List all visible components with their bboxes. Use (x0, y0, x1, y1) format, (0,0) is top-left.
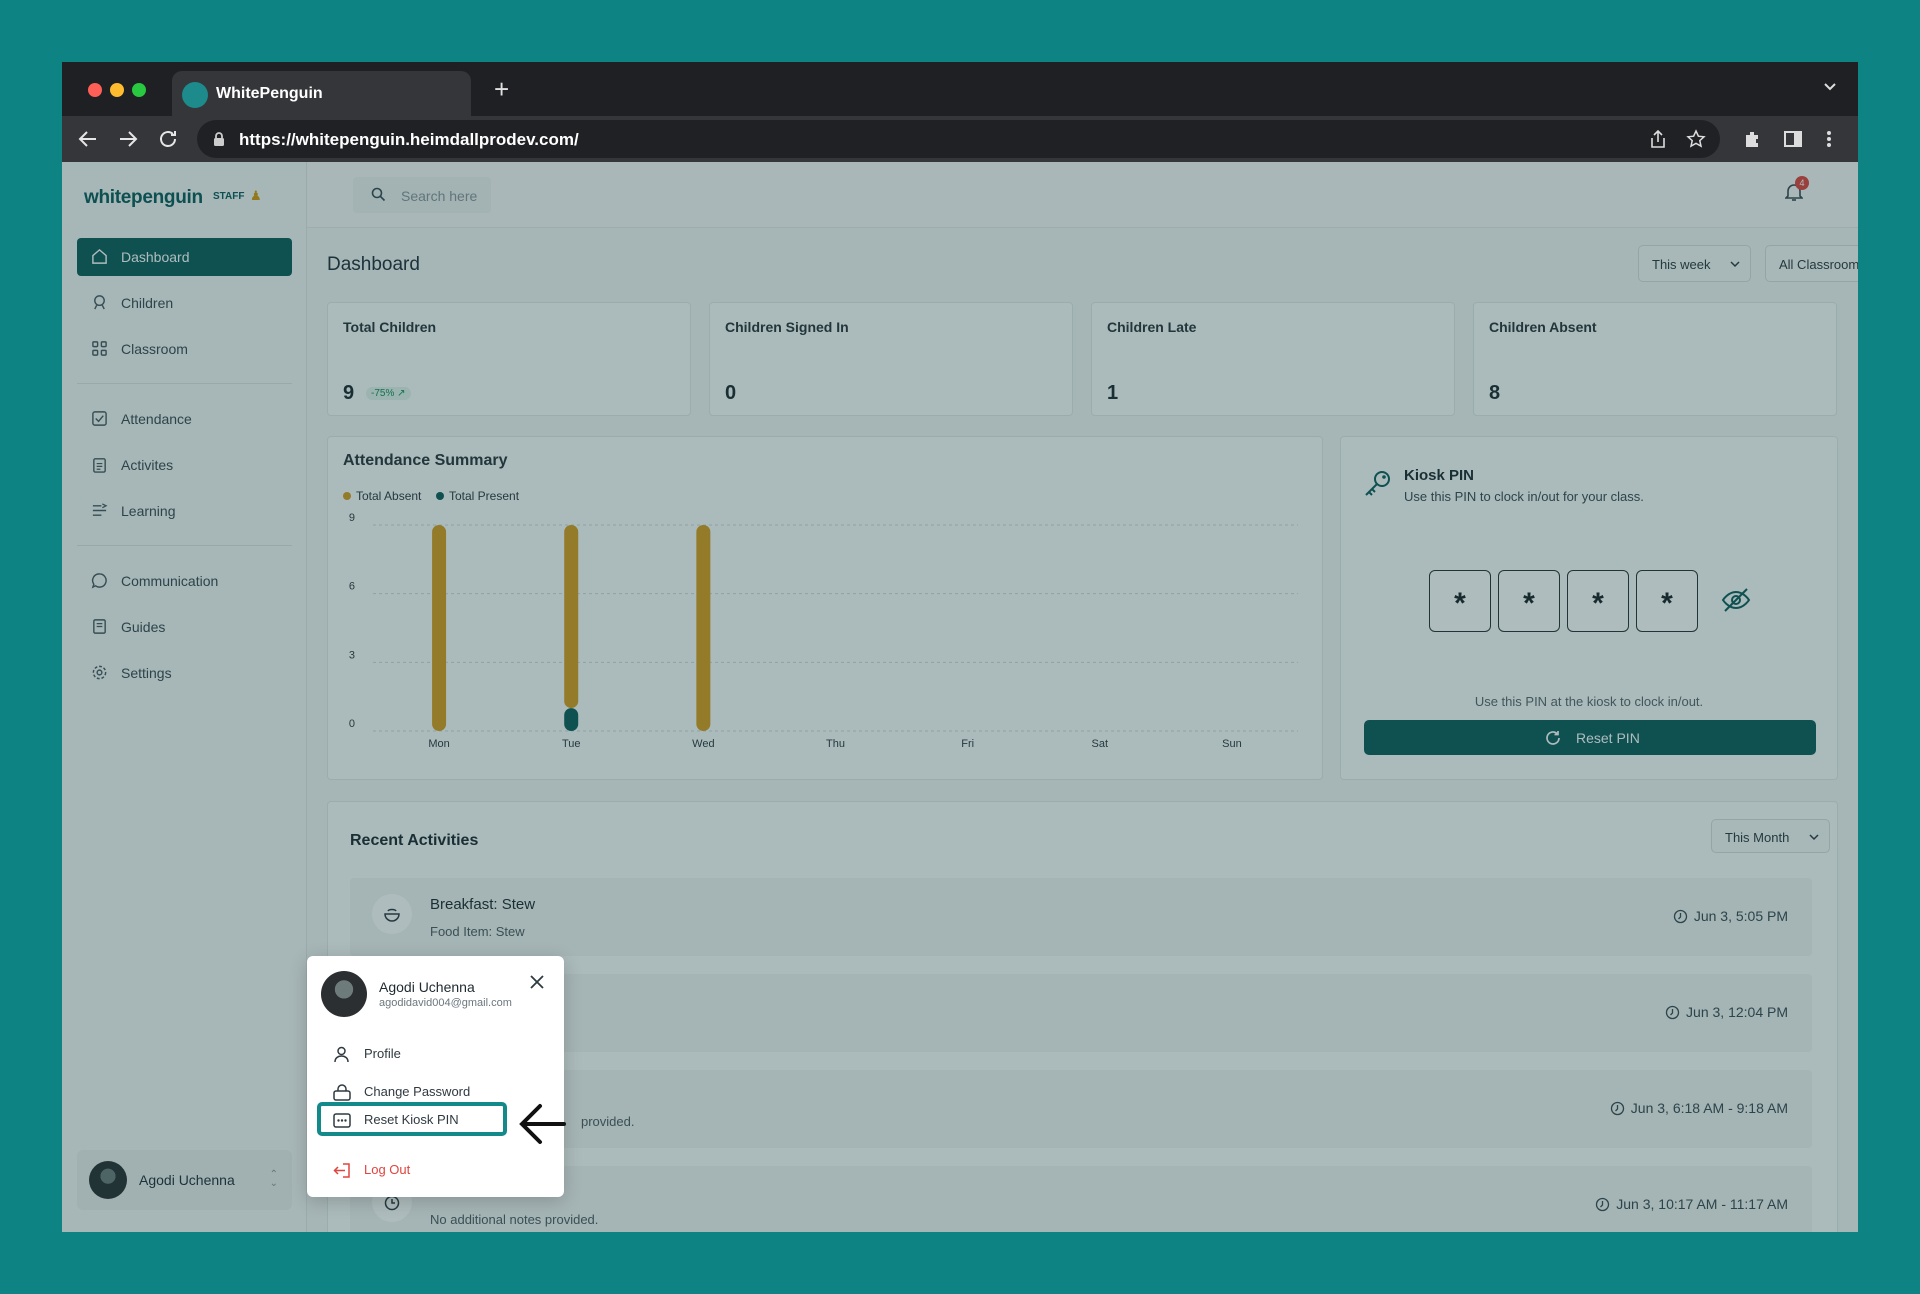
bookmark-star-icon[interactable] (1686, 129, 1706, 149)
user-menu-email: agodidavid004@gmail.com (379, 997, 512, 1009)
menu-item-label: Change Password (364, 1084, 471, 1099)
user-menu-name: Agodi Uchenna (379, 979, 475, 995)
browser-toolbar: https://whitepenguin.heimdallprodev.com/ (62, 116, 1858, 162)
menu-item-log-out[interactable]: Log Out (317, 1152, 507, 1186)
extensions-icon[interactable] (1742, 129, 1762, 149)
lock-icon (333, 1084, 351, 1101)
pointer-arrow-icon (519, 1104, 566, 1144)
menu-item-label: Profile (364, 1046, 401, 1061)
minimize-window-button[interactable] (110, 83, 124, 97)
forward-icon[interactable] (116, 127, 140, 151)
close-icon[interactable] (529, 974, 545, 990)
close-window-button[interactable] (88, 83, 102, 97)
avatar (321, 971, 367, 1017)
maximize-window-button[interactable] (132, 83, 146, 97)
user-menu-popup: Agodi Uchenna agodidavid004@gmail.com Pr… (307, 956, 564, 1197)
menu-item-reset-kiosk-pin[interactable]: Reset Kiosk PIN (317, 1102, 507, 1136)
browser-tabbar: WhitePenguin + (62, 62, 1858, 116)
new-tab-button[interactable]: + (494, 74, 509, 105)
tab-title: WhitePenguin (216, 85, 323, 102)
tab-list-chevron-icon[interactable] (1822, 78, 1838, 94)
side-panel-icon[interactable] (1783, 129, 1803, 149)
url-text: https://whitepenguin.heimdallprodev.com/ (239, 130, 579, 149)
menu-item-profile[interactable]: Profile (317, 1036, 507, 1070)
pin-icon (333, 1113, 351, 1128)
reload-icon[interactable] (156, 127, 180, 151)
logout-icon (333, 1163, 350, 1178)
favicon-icon (182, 82, 208, 108)
menu-item-label: Reset Kiosk PIN (364, 1112, 459, 1127)
browser-tab[interactable]: WhitePenguin (172, 71, 471, 116)
share-icon[interactable] (1648, 129, 1668, 149)
back-icon[interactable] (76, 127, 100, 151)
lock-icon (214, 132, 224, 146)
browser-menu-icon[interactable] (1823, 129, 1835, 149)
user-icon (334, 1046, 349, 1063)
address-bar[interactable]: https://whitepenguin.heimdallprodev.com/ (197, 120, 1720, 158)
menu-item-label: Log Out (364, 1162, 411, 1177)
